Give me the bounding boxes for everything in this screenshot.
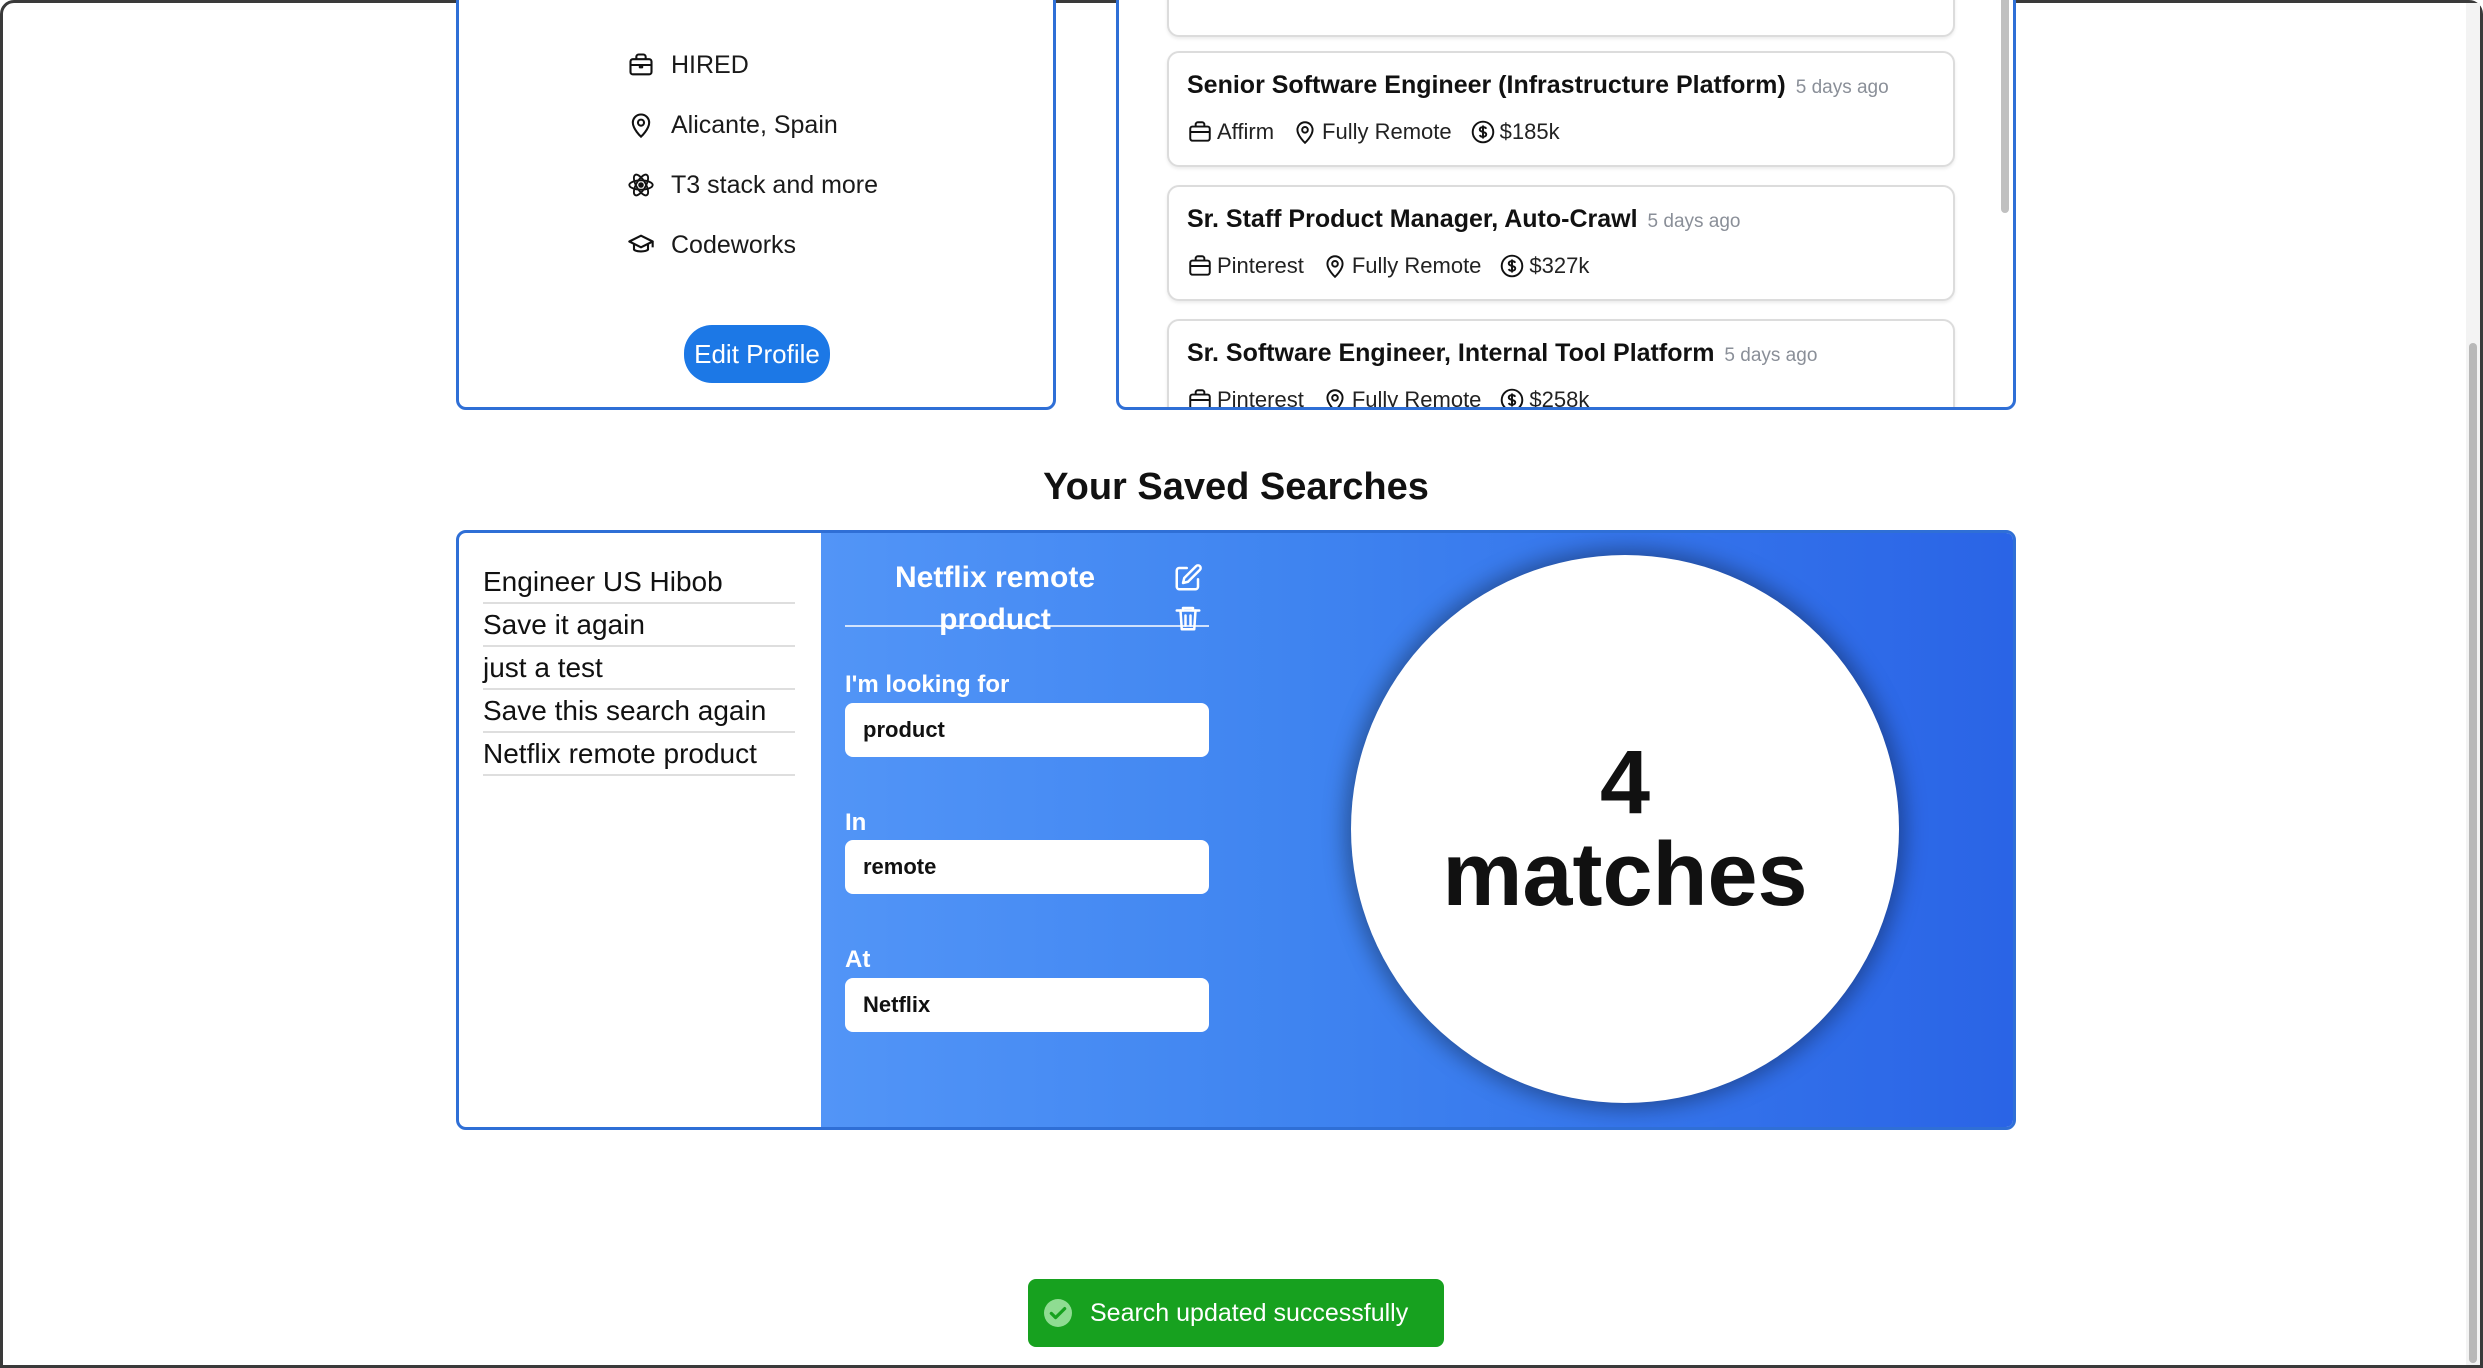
- briefcase-icon: [1189, 389, 1211, 407]
- atom-icon: [628, 173, 654, 197]
- map-pin-icon: [1326, 389, 1344, 407]
- edit-profile-button[interactable]: Edit Profile: [684, 325, 830, 383]
- looking-for-input[interactable]: [845, 703, 1209, 757]
- job-posted-time: 5 days ago: [1724, 345, 1818, 366]
- check-circle-icon: [1044, 1299, 1072, 1327]
- dollar-circle-icon: [1501, 254, 1524, 278]
- saved-search-item[interactable]: just a test: [483, 647, 795, 690]
- briefcase-icon: [629, 53, 653, 76]
- page-scrollbar[interactable]: [2466, 3, 2480, 1365]
- profile-card: HIRED Alicante, Spain T3 stack and more …: [456, 0, 1056, 410]
- page-scrollbar-thumb[interactable]: [2469, 343, 2477, 1363]
- job-meta: Pinterest Fully Remote $258k: [1187, 387, 1607, 410]
- looking-for-label: I'm looking for: [845, 671, 1010, 698]
- profile-education-text: Codeworks: [671, 230, 797, 259]
- map-pin-icon: [1326, 255, 1344, 279]
- toast-message: Search updated successfully: [1090, 1298, 1409, 1327]
- detail-header: Netflix remote product: [845, 557, 1209, 636]
- job-card-partial[interactable]: [1167, 0, 1955, 37]
- saved-search-item[interactable]: Engineer US Hibob: [483, 561, 795, 604]
- saved-search-list: Engineer US Hibob Save it again just a t…: [483, 561, 795, 776]
- job-meta: Affirm Fully Remote $185k: [1187, 119, 1578, 145]
- job-company: Pinterest: [1217, 387, 1304, 410]
- matches-circle: 4 matches: [1351, 555, 1899, 1103]
- job-card[interactable]: Sr. Staff Product Manager, Auto-Crawl 5 d…: [1167, 185, 1955, 301]
- saved-search-detail: Netflix remote product I'm looking for I…: [821, 533, 2013, 1127]
- saved-searches-panel: Engineer US Hibob Save it again just a t…: [456, 530, 2016, 1130]
- success-toast: Search updated successfully: [1028, 1279, 1444, 1347]
- map-pin-icon: [631, 113, 651, 139]
- job-title: Senior Software Engineer (Infrastructure…: [1187, 71, 1889, 99]
- graduation-cap-icon: [628, 234, 654, 253]
- saved-searches-title: Your Saved Searches: [1043, 466, 1429, 508]
- edit-icon: [1175, 564, 1202, 591]
- trash-icon: [1175, 606, 1201, 631]
- job-card[interactable]: Senior Software Engineer (Infrastructure…: [1167, 51, 1955, 167]
- jobs-scrollbar[interactable]: [2001, 0, 2009, 213]
- job-meta: Pinterest Fully Remote $327k: [1187, 253, 1607, 279]
- dollar-circle-icon: [1471, 120, 1494, 144]
- profile-details: HIRED Alicante, Spain T3 stack and more …: [627, 35, 878, 275]
- match-count: 4: [1599, 733, 1651, 833]
- job-location: Fully Remote: [1322, 119, 1452, 144]
- briefcase-icon: [1189, 121, 1211, 142]
- saved-search-item[interactable]: Netflix remote product: [483, 733, 795, 776]
- profile-stack: T3 stack and more: [627, 155, 878, 215]
- profile-status: HIRED: [627, 35, 878, 95]
- saved-search-item[interactable]: Save this search again: [483, 690, 795, 733]
- profile-stack-text: T3 stack and more: [671, 170, 879, 199]
- job-location: Fully Remote: [1351, 253, 1482, 278]
- dollar-circle-icon: [1501, 388, 1524, 407]
- job-location: Fully Remote: [1351, 387, 1482, 410]
- jobs-panel: Senior Software Engineer (Infrastructure…: [1116, 0, 2016, 410]
- location-input[interactable]: [845, 840, 1209, 894]
- match-label: matches: [1442, 825, 1808, 925]
- job-salary: $258k: [1529, 387, 1590, 410]
- job-posted-time: 5 days ago: [1647, 211, 1741, 232]
- job-company: Affirm: [1217, 119, 1275, 144]
- job-card[interactable]: Sr. Software Engineer, Internal Tool Pla…: [1167, 319, 1955, 410]
- edit-search-button[interactable]: [1173, 563, 1203, 593]
- job-company: Pinterest: [1217, 253, 1304, 278]
- job-title: Sr. Software Engineer, Internal Tool Pla…: [1187, 339, 1818, 367]
- job-salary: $327k: [1529, 253, 1590, 278]
- detail-title: Netflix remote product: [894, 561, 1096, 636]
- map-pin-icon: [1296, 121, 1314, 145]
- job-title: Sr. Staff Product Manager, Auto-Crawl 5 d…: [1187, 205, 1741, 233]
- location-label: In: [845, 809, 867, 836]
- profile-status-text: HIRED: [671, 50, 749, 79]
- profile-education: Codeworks: [627, 215, 878, 275]
- profile-location-text: Alicante, Spain: [671, 110, 838, 139]
- saved-search-item[interactable]: Save it again: [483, 604, 795, 647]
- company-label: At: [845, 946, 871, 973]
- briefcase-icon: [1189, 255, 1211, 276]
- company-input[interactable]: [845, 978, 1209, 1032]
- job-posted-time: 5 days ago: [1795, 77, 1889, 98]
- job-salary: $185k: [1499, 119, 1560, 144]
- delete-search-button[interactable]: [1173, 603, 1203, 633]
- profile-location: Alicante, Spain: [627, 95, 878, 155]
